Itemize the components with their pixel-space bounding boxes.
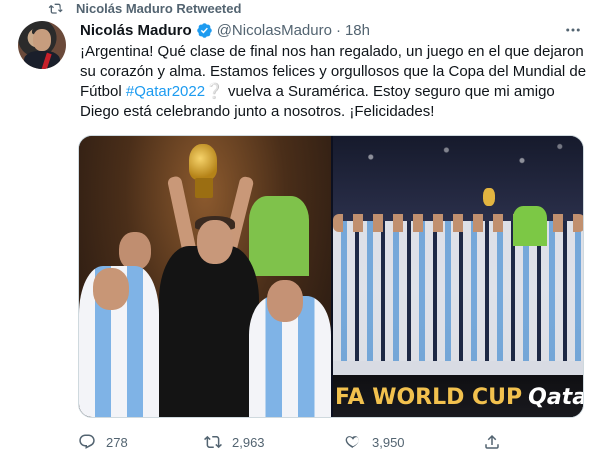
- tweet-text-segment: vuelva a Suramérica. Estoy seguro que mi…: [223, 83, 555, 100]
- like-count: 3,950: [372, 434, 405, 450]
- photo-team-on-stage[interactable]: FA WORLD CUPQatar: [333, 136, 583, 417]
- reply-button[interactable]: 278: [78, 430, 128, 454]
- verified-badge-icon: [196, 22, 212, 38]
- avatar[interactable]: [18, 21, 66, 69]
- retweet-label: Nicolás Maduro Retweeted: [76, 1, 242, 16]
- share-icon: [485, 434, 499, 449]
- tweet-text-line-4: Diego está celebrando junto a nosotros. …: [80, 103, 435, 120]
- tweet-text: ¡Argentina! Qué clase de final nos han r…: [80, 42, 590, 122]
- heart-icon: [345, 436, 359, 448]
- banner-text-qatar: Qatar: [528, 384, 583, 410]
- hashtag-link[interactable]: #Qatar2022: [126, 83, 205, 100]
- retweet-button[interactable]: 2,963: [204, 430, 265, 454]
- banner-text-main: FA WORLD CUP: [335, 384, 523, 410]
- like-button[interactable]: 3,950: [344, 430, 405, 454]
- tweet-actions: 278 2,963 3,950: [78, 428, 588, 456]
- retweet-icon: [204, 435, 222, 449]
- tweet-media: FA WORLD CUPQatar: [78, 135, 584, 418]
- question-mark-emoji: ❔: [205, 83, 224, 100]
- trophy-image: [189, 144, 217, 180]
- more-options-button[interactable]: [562, 20, 584, 40]
- reply-count: 278: [106, 434, 128, 450]
- author-handle[interactable]: @NicolasMaduro: [217, 22, 332, 39]
- retweet-count: 2,963: [232, 434, 265, 450]
- tweet-text-line-3: Fútbol #Qatar2022❔ vuelva a Suramérica. …: [80, 82, 590, 102]
- tweet-text-segment: Fútbol: [80, 83, 126, 100]
- tweet-text-line-1: ¡Argentina! Qué clase de final nos han r…: [80, 43, 584, 60]
- tweet-text-line-2: su corazón y alma. Estamos felices y org…: [80, 63, 587, 80]
- tweet-timestamp[interactable]: 18h: [345, 22, 370, 39]
- reply-icon: [79, 434, 95, 449]
- world-cup-banner: FA WORLD CUPQatar: [333, 375, 583, 417]
- tweet-header: Nicolás Maduro @NicolasMaduro · 18h: [80, 20, 370, 40]
- author-name[interactable]: Nicolás Maduro: [80, 22, 192, 39]
- more-icon: [566, 28, 580, 32]
- separator-dot: ·: [335, 21, 341, 39]
- retweet-icon: [48, 3, 63, 14]
- share-button[interactable]: [483, 430, 511, 454]
- photo-players-with-trophy[interactable]: [79, 136, 331, 417]
